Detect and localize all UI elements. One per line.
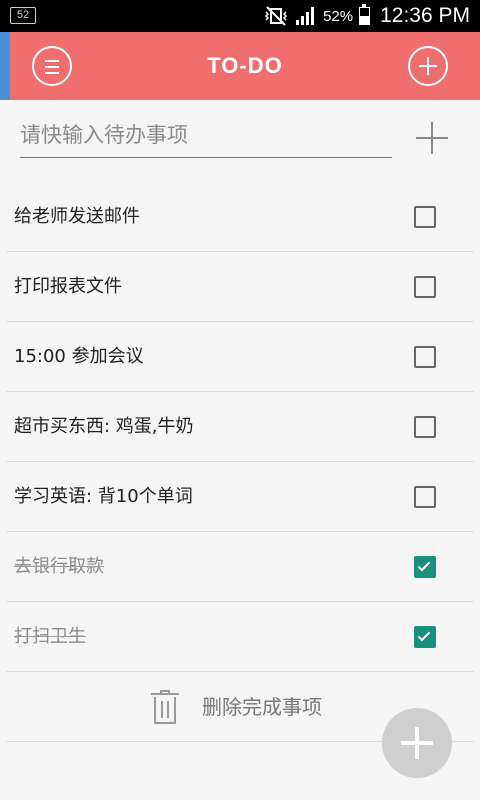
checkbox-checked[interactable] bbox=[414, 626, 436, 648]
delete-completed-label: 删除完成事项 bbox=[202, 695, 322, 719]
todo-item-label: 给老师发送邮件 bbox=[14, 206, 140, 227]
signal-icon bbox=[296, 7, 315, 25]
add-task-button[interactable] bbox=[408, 46, 448, 86]
todo-item[interactable]: 打印报表文件 bbox=[6, 252, 474, 322]
input-add-button[interactable] bbox=[416, 122, 448, 154]
todo-item-label: 15:00 参加会议 bbox=[14, 346, 144, 367]
app-bar: TO-DO bbox=[10, 32, 480, 100]
todo-input-container bbox=[20, 114, 392, 158]
battery-percent: 52% bbox=[323, 7, 354, 25]
checkbox-checked[interactable] bbox=[414, 556, 436, 578]
todo-item[interactable]: 给老师发送邮件 bbox=[6, 182, 474, 252]
checkbox[interactable] bbox=[414, 206, 436, 228]
todo-item[interactable]: 超市买东西: 鸡蛋,牛奶 bbox=[6, 392, 474, 462]
todo-item[interactable]: 学习英语: 背10个单词 bbox=[6, 462, 474, 532]
clock: 12:36 PM bbox=[380, 4, 470, 27]
status-icons: 52% 12:36 PM bbox=[263, 0, 470, 32]
menu-icon bbox=[45, 60, 59, 62]
checkmark-icon bbox=[417, 628, 431, 642]
todo-item-label: 学习英语: 背10个单词 bbox=[14, 486, 193, 507]
checkbox[interactable] bbox=[414, 486, 436, 508]
todo-input[interactable] bbox=[20, 114, 392, 156]
mute-vibrate-icon bbox=[265, 6, 288, 26]
status-bar: 52 52% 12:36 PM bbox=[0, 0, 480, 32]
todo-list: 给老师发送邮件 打印报表文件 15:00 参加会议超市买东西: 鸡蛋,牛奶 学习英语:… bbox=[6, 182, 474, 742]
todo-item-label: 打印报表文件 bbox=[14, 276, 122, 297]
battery-icon bbox=[359, 4, 371, 25]
checkbox[interactable] bbox=[414, 346, 436, 368]
todo-item[interactable]: 打扫卫生 bbox=[6, 602, 474, 672]
todo-item[interactable]: 去银行取款 bbox=[6, 532, 474, 602]
todo-item-label: 超市买东西: 鸡蛋,牛奶 bbox=[14, 416, 194, 437]
menu-button[interactable] bbox=[32, 46, 72, 86]
checkmark-icon bbox=[417, 558, 431, 572]
todo-item-label: 去银行取款 bbox=[14, 556, 104, 577]
checkbox[interactable] bbox=[414, 276, 436, 298]
todo-item[interactable]: 15:00 参加会议 bbox=[6, 322, 474, 392]
left-edge-accent bbox=[0, 32, 10, 100]
trash-icon bbox=[151, 690, 179, 724]
todo-item-label: 打扫卫生 bbox=[14, 626, 86, 647]
floating-add-button[interactable] bbox=[382, 708, 452, 778]
checkbox[interactable] bbox=[414, 416, 436, 438]
notification-badge: 52 bbox=[10, 7, 36, 24]
